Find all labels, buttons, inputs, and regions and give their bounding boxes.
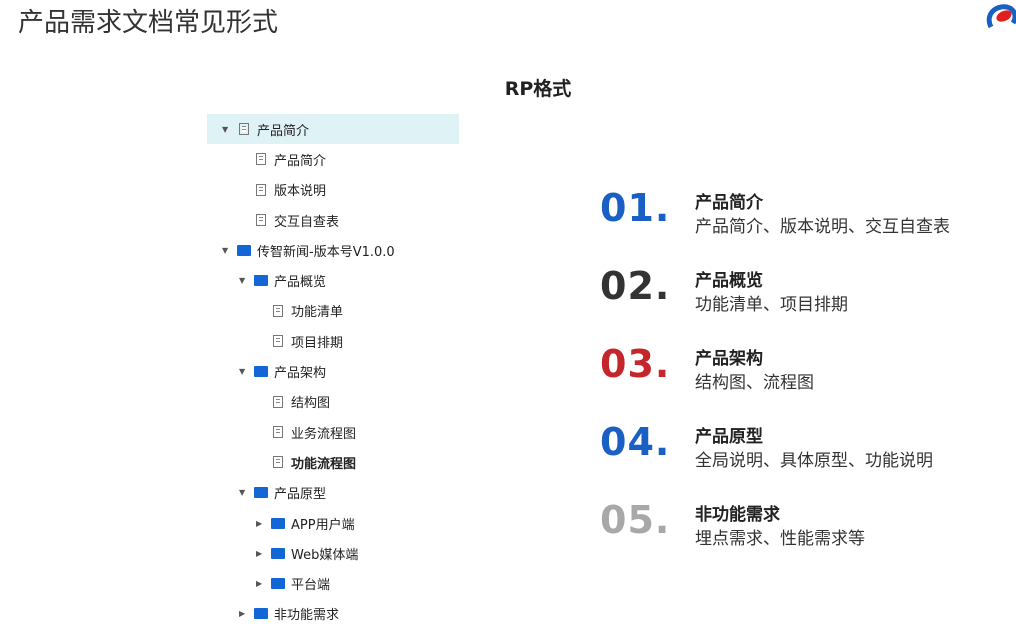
folder-icon <box>254 366 268 378</box>
page-icon <box>273 335 283 348</box>
tree-item-label: 产品简介 <box>257 123 310 139</box>
tree-item[interactable]: 产品简介 <box>207 144 459 174</box>
tree-item[interactable]: ▼ 产品概览 <box>207 265 459 295</box>
tree-item-label: 功能清单 <box>291 305 344 321</box>
brand-logo <box>986 4 1016 29</box>
section-title: 产品概览 <box>695 271 763 291</box>
section-number: 02. <box>600 264 671 308</box>
tree-item-label: 产品原型 <box>274 487 327 503</box>
section-title: 产品原型 <box>695 427 763 447</box>
section-number: 01. <box>600 186 671 230</box>
page-tree: ▼ 产品简介 产品简介 版本说明 交互自查表 ▼ 传智新闻-版本号V1.0.0 ▼ 产品概览 功能… <box>207 114 459 629</box>
tree-item[interactable]: ▼ 产品原型 <box>207 478 459 508</box>
section-number: 03. <box>600 342 671 386</box>
tree-item[interactable]: ▶ Web媒体端 <box>207 538 459 568</box>
folder-icon <box>254 487 268 499</box>
section-title: 产品架构 <box>695 349 763 369</box>
collapse-arrow-icon[interactable]: ▶ <box>256 549 262 558</box>
expand-arrow-icon[interactable]: ▼ <box>222 246 228 255</box>
folder-icon <box>271 547 285 559</box>
tree-item[interactable]: 结构图 <box>207 387 459 417</box>
folder-icon <box>271 578 285 590</box>
collapse-arrow-icon[interactable]: ▶ <box>256 579 262 588</box>
tree-item-label: 产品架构 <box>274 366 327 382</box>
tree-item[interactable]: 业务流程图 <box>207 417 459 447</box>
tree-item[interactable]: ▼ 传智新闻-版本号V1.0.0 <box>207 235 459 265</box>
expand-arrow-icon[interactable]: ▼ <box>239 276 245 285</box>
page-icon <box>273 395 283 408</box>
tree-item-label: 版本说明 <box>274 184 327 200</box>
section-title: 产品简介 <box>695 193 763 213</box>
tree-item-label: 交互自查表 <box>274 214 340 230</box>
tree-item-label: 项目排期 <box>291 335 344 351</box>
tree-item[interactable]: ▶ 平台端 <box>207 568 459 598</box>
tree-item-label: 传智新闻-版本号V1.0.0 <box>257 244 395 260</box>
expand-arrow-icon[interactable]: ▼ <box>239 488 245 497</box>
tree-item[interactable]: ▼ 产品简介 <box>207 114 459 145</box>
tree-item-label: 产品概览 <box>274 275 327 291</box>
folder-icon <box>271 517 285 529</box>
section-description: 产品简介、版本说明、交互自查表 <box>695 217 950 237</box>
tree-item[interactable]: 版本说明 <box>207 175 459 205</box>
section-subtitle: RP格式 <box>504 78 572 100</box>
tree-item[interactable]: ▼ 产品架构 <box>207 356 459 386</box>
collapse-arrow-icon[interactable]: ▶ <box>256 519 262 528</box>
tree-item[interactable]: ▶ 非功能需求 <box>207 599 459 629</box>
tree-item-label: 产品简介 <box>274 153 327 169</box>
tree-item-label: Web媒体端 <box>291 547 359 563</box>
page-title: 产品需求文档常见形式 <box>18 8 279 38</box>
tree-item[interactable]: 项目排期 <box>207 326 459 356</box>
page-icon <box>273 426 283 439</box>
section-number: 04. <box>600 420 671 464</box>
expand-arrow-icon[interactable]: ▼ <box>222 125 228 134</box>
tree-item-label: 平台端 <box>291 578 331 594</box>
page-icon <box>256 153 266 166</box>
section-description: 埋点需求、性能需求等 <box>695 529 865 549</box>
folder-icon <box>237 244 251 256</box>
tree-item-label: 功能流程图 <box>291 456 357 472</box>
expand-arrow-icon[interactable]: ▼ <box>239 367 245 376</box>
tree-item[interactable]: ▶ APP用户端 <box>207 508 459 538</box>
section-title: 非功能需求 <box>695 505 780 525</box>
page-icon <box>256 183 266 196</box>
page-icon <box>273 304 283 317</box>
section-description: 全局说明、具体原型、功能说明 <box>695 451 933 471</box>
section-number: 05. <box>600 498 671 542</box>
collapse-arrow-icon[interactable]: ▶ <box>239 609 245 618</box>
page-icon <box>256 214 266 227</box>
section-description: 结构图、流程图 <box>695 373 814 393</box>
folder-icon <box>254 608 268 620</box>
folder-icon <box>254 275 268 287</box>
tree-item[interactable]: 功能流程图 <box>207 447 459 477</box>
tree-item-label: 业务流程图 <box>291 426 357 442</box>
tree-item[interactable]: 交互自查表 <box>207 205 459 235</box>
tree-item[interactable]: 功能清单 <box>207 296 459 326</box>
section-description: 功能清单、项目排期 <box>695 295 848 315</box>
tree-item-label: 结构图 <box>291 396 331 412</box>
page-icon <box>273 456 283 469</box>
page-icon <box>239 123 249 136</box>
tree-item-label: APP用户端 <box>291 517 355 533</box>
